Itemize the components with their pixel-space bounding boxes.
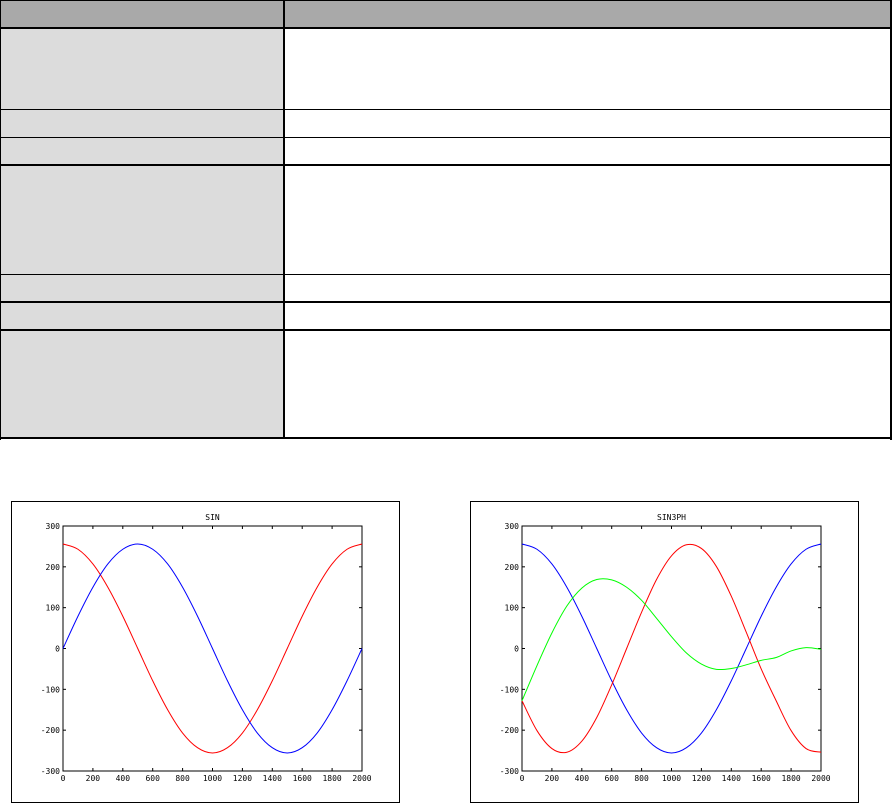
y-tick-label: 100 — [46, 604, 61, 613]
table-cell-value — [285, 28, 892, 110]
x-tick-label: 1400 — [263, 774, 282, 783]
y-tick-label: 300 — [505, 522, 520, 531]
table-border-bottom — [0, 437, 892, 439]
table-header-row — [0, 0, 892, 28]
x-tick-label: 1600 — [752, 774, 771, 783]
table-cell-label — [0, 302, 285, 330]
table-divider — [0, 109, 892, 110]
x-tick-label: 600 — [604, 774, 619, 783]
x-tick-label: 800 — [634, 774, 649, 783]
x-tick-label: 600 — [145, 774, 160, 783]
y-tick-label: -100 — [500, 685, 519, 694]
chart-sin: SIN0 200 400 600 800 1000 1200 1400 1600 1800 2000… — [41, 513, 372, 783]
table-divider — [0, 137, 892, 138]
table-cell-label — [0, 137, 285, 165]
table-cell-value — [285, 330, 892, 438]
y-tick-label: 200 — [505, 563, 520, 572]
x-tick-label: 1800 — [322, 774, 341, 783]
table-row — [0, 330, 892, 438]
x-tick-label: 1800 — [781, 774, 800, 783]
table-cell-label — [0, 330, 285, 438]
x-tick-label: 2000 — [352, 774, 371, 783]
x-tick-label: 2000 — [811, 774, 830, 783]
table-row — [0, 28, 892, 110]
table-cell-label — [0, 110, 285, 137]
x-tick-label: 200 — [86, 774, 101, 783]
table-cell-value — [285, 274, 892, 302]
table-row — [0, 110, 892, 137]
y-tick-label: -200 — [41, 726, 60, 735]
y-tick-label: 0 — [55, 645, 60, 654]
x-tick-label: 1000 — [203, 774, 222, 783]
chart-title: SIN — [205, 513, 220, 522]
table-row — [0, 302, 892, 330]
table-row — [0, 274, 892, 302]
table-border-left — [0, 0, 1, 440]
table-divider — [0, 27, 892, 29]
table-row — [0, 165, 892, 274]
table-border-top — [0, 0, 892, 1]
chart-sin3ph-frame: SIN3PH 0 200 400 600 800 1000 1200 1400 1600 1800 2… — [470, 501, 859, 803]
empty-table — [0, 0, 892, 440]
x-tick-label: 400 — [575, 774, 590, 783]
table-cell-value — [285, 110, 892, 137]
series-line-2 — [521, 578, 822, 701]
chart-sin-frame: SIN 0 200 400 600 800 1000 1200 1400 1600 1800 2000… — [11, 501, 400, 803]
table-cell-label — [0, 28, 285, 110]
y-tick-label: -300 — [500, 767, 519, 776]
table-row — [0, 137, 892, 165]
x-tick-label: 1200 — [692, 774, 711, 783]
table-cell-value — [285, 165, 892, 274]
table-divider — [0, 164, 892, 166]
x-tick-label: 0 — [520, 774, 525, 783]
x-tick-label: 200 — [545, 774, 560, 783]
x-tick-label: 400 — [116, 774, 131, 783]
x-tick-label: 1400 — [722, 774, 741, 783]
x-tick-label: 0 — [61, 774, 66, 783]
plot-area — [521, 525, 822, 772]
table-divider — [0, 274, 892, 275]
series-line-1 — [521, 543, 822, 754]
x-tick-label: 800 — [175, 774, 190, 783]
chart-sin3ph: SIN3PH0 200 400 600 800 1000 1200 1400 1600 1800 2… — [500, 513, 831, 783]
table-header-cell-left — [0, 0, 285, 28]
table-header-cell-right — [285, 0, 892, 28]
x-tick-label: 1000 — [662, 774, 681, 783]
table-cell-value — [285, 302, 892, 330]
y-tick-label: 0 — [514, 645, 519, 654]
x-tick-label: 1600 — [293, 774, 312, 783]
chart-title: SIN3PH — [657, 513, 686, 522]
y-tick-label: 200 — [46, 563, 61, 572]
series-line-0 — [521, 543, 822, 754]
table-cell-label — [0, 165, 285, 274]
series-line-1 — [62, 543, 363, 754]
y-tick-label: -100 — [41, 685, 60, 694]
y-tick-label: 100 — [505, 604, 520, 613]
y-tick-label: -200 — [500, 726, 519, 735]
y-tick-label: -300 — [41, 767, 60, 776]
x-tick-label: 1200 — [233, 774, 252, 783]
table-divider — [0, 329, 892, 331]
table-cell-label — [0, 274, 285, 302]
table-divider — [0, 301, 892, 303]
table-cell-value — [285, 137, 892, 165]
y-tick-label: 300 — [46, 522, 61, 531]
